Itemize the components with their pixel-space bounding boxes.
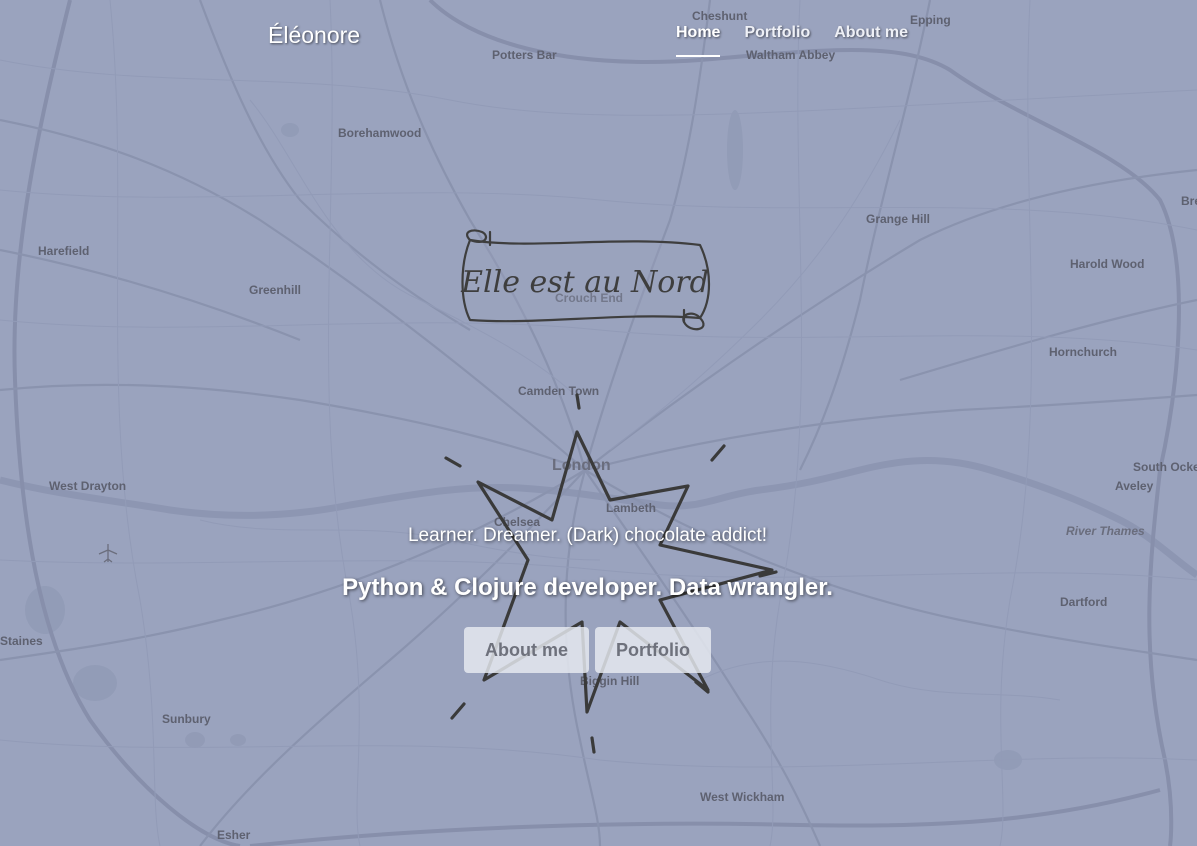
map-label-grange-hill: Grange Hill bbox=[866, 212, 930, 226]
map-label-esher: Esher bbox=[217, 828, 251, 842]
map-label-west-wickham: West Wickham bbox=[700, 790, 784, 804]
hero-buttons: About me Portfolio bbox=[464, 627, 711, 673]
map-label-sunbury: Sunbury bbox=[162, 712, 211, 726]
map-label-aveley: Aveley bbox=[1115, 479, 1154, 493]
map-label-west-drayton: West Drayton bbox=[49, 479, 126, 493]
brand-logo-link[interactable]: Éléonore bbox=[268, 22, 360, 49]
hero-subtagline: Python & Clojure developer. Data wrangle… bbox=[342, 574, 833, 601]
map-label-cheshunt: Cheshunt bbox=[692, 9, 747, 23]
map-label-lambeth: Lambeth bbox=[606, 501, 656, 515]
map-label-harefield: Harefield bbox=[38, 244, 89, 258]
hero-tagline: Learner. Dreamer. (Dark) chocolate addic… bbox=[407, 525, 768, 546]
map-label-greenhill: Greenhill bbox=[249, 283, 301, 297]
map-label-hornchurch: Hornchurch bbox=[1049, 345, 1117, 359]
portfolio-button[interactable]: Portfolio bbox=[595, 627, 711, 673]
map-label-potters-bar: Potters Bar bbox=[492, 48, 557, 62]
map-label-harold-wood: Harold Wood bbox=[1070, 257, 1144, 271]
nav-portfolio-link[interactable]: Portfolio bbox=[744, 24, 810, 57]
map-label-london: London bbox=[552, 457, 611, 474]
map-label-brentwood: Bre bbox=[1181, 194, 1197, 208]
main-nav: Home Portfolio About me bbox=[676, 24, 932, 57]
map-label-staines: Staines bbox=[0, 634, 43, 648]
nav-home-link[interactable]: Home bbox=[676, 24, 721, 57]
map-label-camden-town: Camden Town bbox=[518, 384, 599, 398]
map-label-crouch-end: Crouch End bbox=[555, 291, 623, 305]
map-label-biggin-hill: Biggin Hill bbox=[580, 674, 639, 688]
about-me-button[interactable]: About me bbox=[464, 627, 589, 673]
background-map: Cheshunt Epping Potters Bar Waltham Abbe… bbox=[0, 0, 1197, 846]
map-label-south-ockendon: South Ocke bbox=[1133, 460, 1197, 474]
map-label-borehamwood: Borehamwood bbox=[338, 126, 421, 140]
nav-about-link[interactable]: About me bbox=[834, 24, 908, 57]
